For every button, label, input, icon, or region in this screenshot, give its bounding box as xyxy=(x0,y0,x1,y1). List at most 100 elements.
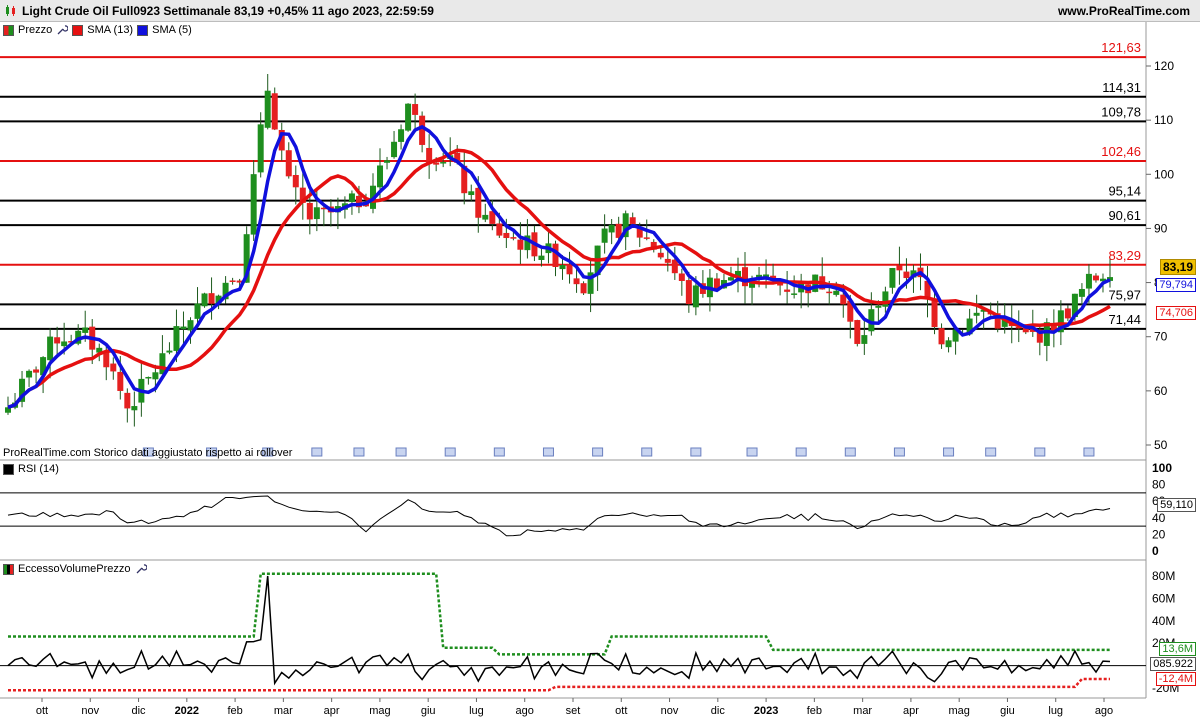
x-axis-label: mag xyxy=(369,705,390,717)
candle-body xyxy=(384,160,391,163)
candle-body xyxy=(82,327,89,333)
candle-body xyxy=(229,280,236,282)
rsi-line xyxy=(7,495,1111,537)
rollover-marker-icon[interactable] xyxy=(1083,447,1095,457)
rollover-marker-icon[interactable] xyxy=(353,447,365,457)
candle-body xyxy=(1085,273,1092,289)
candle-body xyxy=(973,312,980,316)
candle-body xyxy=(1078,288,1085,297)
price-axis-tick-label: 70 xyxy=(1154,330,1168,344)
candle-body xyxy=(131,406,138,411)
rollover-marker-icon[interactable] xyxy=(985,447,997,457)
candle-body xyxy=(671,259,678,274)
candle-body xyxy=(152,372,159,380)
candle-body xyxy=(664,258,671,263)
rollover-marker-icon[interactable] xyxy=(943,447,955,457)
candle-body xyxy=(517,239,524,250)
rsi-legend: RSI (14) xyxy=(3,463,59,475)
sma5-value-tag: 79,794 xyxy=(1156,278,1196,292)
rollover-marker-icon[interactable] xyxy=(493,447,505,457)
candle-body xyxy=(559,265,566,270)
level-label: 83,29 xyxy=(1108,248,1141,263)
rollover-marker-icon[interactable] xyxy=(641,447,653,457)
candle-body xyxy=(440,162,447,164)
candle-body xyxy=(61,341,68,347)
candle-body xyxy=(503,232,510,239)
rollover-marker-icon[interactable] xyxy=(395,447,407,457)
rsi-axis-label: 40 xyxy=(1152,511,1166,525)
candle-body xyxy=(285,150,292,177)
x-axis-label: ago xyxy=(516,705,534,717)
candle-body xyxy=(573,278,580,285)
candle-body xyxy=(938,328,945,345)
evp-axis-label: 60M xyxy=(1152,591,1175,605)
x-axis-label: feb xyxy=(807,705,822,717)
rollover-marker-icon[interactable] xyxy=(844,447,856,457)
level-label: 90,61 xyxy=(1108,208,1141,223)
x-axis-label: ott xyxy=(615,705,627,717)
candle-body xyxy=(348,193,355,203)
rsi-axis-label: 0 xyxy=(1152,544,1159,558)
candle-body xyxy=(117,371,124,391)
candle-body xyxy=(727,277,734,281)
candle-body xyxy=(643,237,650,239)
rollover-marker-icon[interactable] xyxy=(690,447,702,457)
rsi-value-tag: 59,110 xyxy=(1157,498,1196,512)
x-axis-label: 2023 xyxy=(754,705,778,717)
candle-body xyxy=(1064,308,1071,319)
candle-body xyxy=(510,237,517,239)
evp-line xyxy=(7,575,1111,686)
candle-body xyxy=(398,129,405,142)
candle-body xyxy=(173,326,180,351)
candle-body xyxy=(826,291,833,294)
rollover-marker-icon[interactable] xyxy=(746,447,758,457)
candle-body xyxy=(194,303,201,319)
evp-upper-tag: 13,6M xyxy=(1159,642,1196,656)
x-axis-label: set xyxy=(566,705,581,717)
price-axis-tick-label: 120 xyxy=(1154,59,1174,73)
level-label: 71,44 xyxy=(1108,312,1141,327)
candle-body xyxy=(482,214,489,220)
x-axis-label: feb xyxy=(227,705,242,717)
evp-legend: EccessoVolumePrezzo xyxy=(3,563,147,575)
price-axis-tick-label: 50 xyxy=(1154,438,1168,452)
chart-window: Light Crude Oil Full0923 Settimanale 83,… xyxy=(0,0,1200,720)
rollover-marker-icon[interactable] xyxy=(1034,447,1046,457)
candle-body xyxy=(26,370,33,378)
candle-body xyxy=(33,369,40,373)
rollover-marker-icon[interactable] xyxy=(893,447,905,457)
candle-body xyxy=(875,305,882,308)
rollover-marker-icon[interactable] xyxy=(311,447,323,457)
x-axis-label: nov xyxy=(81,705,99,717)
rollover-marker-icon[interactable] xyxy=(795,447,807,457)
candle-body xyxy=(124,392,131,409)
rollover-marker-icon[interactable] xyxy=(542,447,554,457)
price-axis-tick-label: 60 xyxy=(1154,384,1168,398)
candle-body xyxy=(292,175,299,188)
evp-lower-band xyxy=(8,677,1110,692)
level-label: 114,31 xyxy=(1102,80,1141,95)
rsi-legend-label[interactable]: RSI (14) xyxy=(18,463,59,475)
candle-body xyxy=(931,298,938,328)
candle-body xyxy=(54,337,61,344)
evp-legend-label[interactable]: EccessoVolumePrezzo xyxy=(18,563,131,575)
rollover-marker-icon[interactable] xyxy=(444,447,456,457)
candle-body xyxy=(208,293,215,304)
sma5-line xyxy=(7,124,1111,409)
candle-body xyxy=(601,228,608,243)
wrench-icon[interactable] xyxy=(135,563,147,575)
evp-axis-label: 80M xyxy=(1152,569,1175,583)
rollover-marker-icon[interactable] xyxy=(592,447,604,457)
rsi-swatch xyxy=(3,463,14,475)
candle-body xyxy=(391,141,398,158)
candle-body xyxy=(889,268,896,288)
rsi-axis-label: 80 xyxy=(1152,478,1166,492)
footer-note: ProRealTime.com Storico dati aggiustato … xyxy=(3,447,293,459)
chart-canvas[interactable]: 121,63 114,31 109,78 102,46 95,14 90,61 83,29 7… xyxy=(0,0,1200,720)
candle-body xyxy=(405,103,412,131)
price-axis-tick-label: 90 xyxy=(1154,221,1168,235)
level-label: 102,46 xyxy=(1101,144,1141,159)
candle-body xyxy=(180,326,187,330)
x-axis-label: apr xyxy=(903,705,919,717)
level-label: 109,78 xyxy=(1101,104,1141,119)
